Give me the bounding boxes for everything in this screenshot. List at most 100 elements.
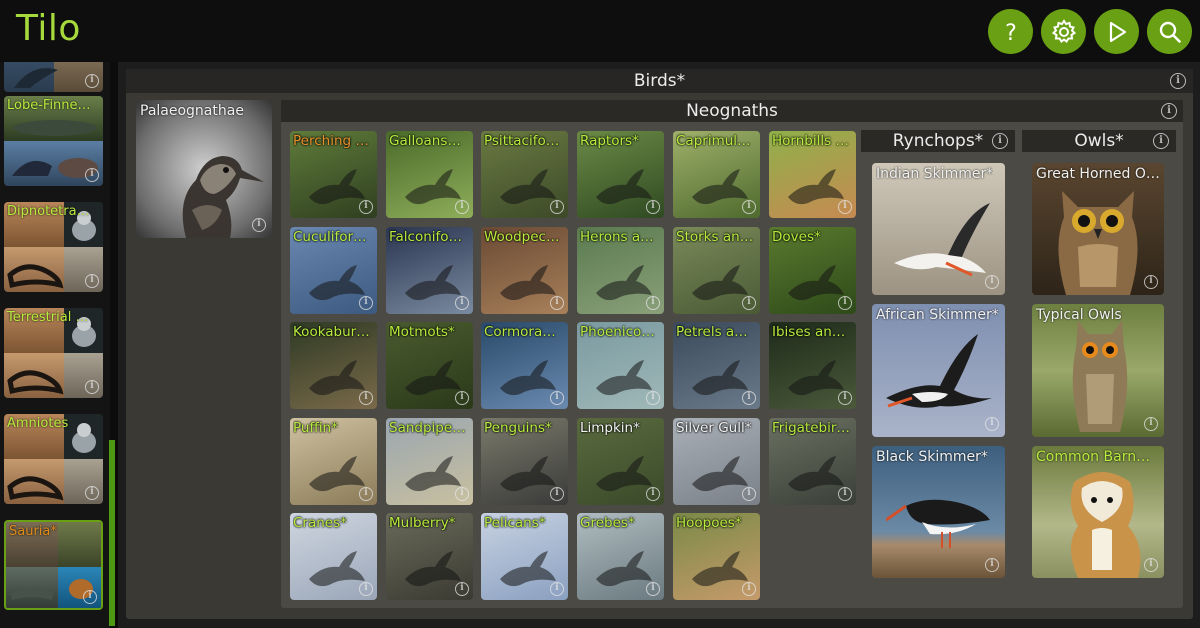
info-icon[interactable]: i: [455, 582, 469, 596]
neognaths-tile[interactable]: Falconifo… i: [386, 227, 473, 314]
neognaths-tile[interactable]: Petrels a… i: [673, 322, 760, 409]
info-icon[interactable]: i: [252, 218, 266, 232]
info-icon[interactable]: i: [1144, 558, 1158, 572]
info-icon[interactable]: i: [646, 200, 660, 214]
info-icon[interactable]: i: [455, 296, 469, 310]
info-icon[interactable]: i: [455, 487, 469, 501]
neognaths-tile[interactable]: Cormora… i: [481, 322, 568, 409]
info-icon[interactable]: i: [85, 486, 99, 500]
neognaths-tile[interactable]: Herons a… i: [577, 227, 664, 314]
owls-tile-label: Great Horned O…: [1036, 166, 1160, 182]
rynchops-tile[interactable]: Indian Skimmer* i: [872, 163, 1005, 295]
info-icon[interactable]: i: [1153, 133, 1169, 149]
neognaths-title: Neognaths: [686, 101, 778, 121]
neognaths-tile[interactable]: Doves* i: [769, 227, 856, 314]
settings-button[interactable]: [1041, 9, 1086, 54]
sidebar-item-lobe-finned[interactable]: Lobe-Finne… i: [4, 96, 103, 186]
sidebar-scrollbar[interactable]: [109, 440, 115, 626]
info-icon[interactable]: i: [550, 391, 564, 405]
info-icon[interactable]: i: [359, 200, 373, 214]
info-icon[interactable]: i: [550, 487, 564, 501]
neognaths-tile[interactable]: Phoenico… i: [577, 322, 664, 409]
info-icon[interactable]: i: [838, 200, 852, 214]
info-icon[interactable]: i: [85, 74, 99, 88]
neognaths-tile[interactable]: Cranes* i: [290, 513, 377, 600]
info-icon[interactable]: i: [838, 487, 852, 501]
info-icon[interactable]: i: [742, 200, 756, 214]
neognaths-tile[interactable]: Limpkin* i: [577, 418, 664, 505]
info-icon[interactable]: i: [455, 200, 469, 214]
neognaths-tile[interactable]: Hornbills … i: [769, 131, 856, 218]
info-icon[interactable]: i: [646, 391, 660, 405]
rynchops-tile-label: Black Skimmer*: [876, 449, 988, 465]
info-icon[interactable]: i: [83, 590, 97, 604]
neognaths-tile[interactable]: Storks an… i: [673, 227, 760, 314]
neognaths-tile-label: Cranes*: [293, 515, 347, 531]
info-icon[interactable]: i: [646, 487, 660, 501]
info-icon[interactable]: i: [646, 582, 660, 596]
info-icon[interactable]: i: [1170, 73, 1186, 89]
palaeognathae-tile[interactable]: Palaeognathae i: [136, 100, 272, 238]
neognaths-tile[interactable]: Puffin* i: [290, 418, 377, 505]
birds-header[interactable]: Birds*: [126, 69, 1193, 93]
info-icon[interactable]: i: [985, 417, 999, 431]
neognaths-tile[interactable]: Perching … i: [290, 131, 377, 218]
info-icon[interactable]: i: [838, 296, 852, 310]
neognaths-tile[interactable]: Raptors* i: [577, 131, 664, 218]
neognaths-tile[interactable]: Woodpec… i: [481, 227, 568, 314]
info-icon[interactable]: i: [742, 582, 756, 596]
neognaths-tile[interactable]: Hoopoes* i: [673, 513, 760, 600]
info-icon[interactable]: i: [985, 275, 999, 289]
info-icon[interactable]: i: [742, 487, 756, 501]
neognaths-tile[interactable]: Caprimul… i: [673, 131, 760, 218]
neognaths-tile[interactable]: Motmots* i: [386, 322, 473, 409]
info-icon[interactable]: i: [455, 391, 469, 405]
info-icon[interactable]: i: [550, 582, 564, 596]
neognaths-tile[interactable]: Psittacifo… i: [481, 131, 568, 218]
sidebar-item-amniotes[interactable]: Amniotes i: [4, 414, 103, 504]
info-icon[interactable]: i: [1144, 275, 1158, 289]
owls-tile-label: Typical Owls: [1036, 307, 1122, 323]
owls-tile[interactable]: Typical Owls i: [1032, 304, 1164, 437]
neognaths-tile[interactable]: Galloans… i: [386, 131, 473, 218]
owls-tile[interactable]: Common Barn… i: [1032, 446, 1164, 578]
sidebar-item-sauria[interactable]: Sauria* i: [4, 520, 103, 610]
info-icon[interactable]: i: [550, 200, 564, 214]
info-icon[interactable]: i: [1144, 417, 1158, 431]
neognaths-tile[interactable]: Pelicans* i: [481, 513, 568, 600]
neognaths-tile[interactable]: Cuculifor… i: [290, 227, 377, 314]
play-button[interactable]: [1094, 9, 1139, 54]
info-icon[interactable]: i: [742, 391, 756, 405]
sidebar-item-terrestrial[interactable]: Terrestrial … i: [4, 308, 103, 398]
sidebar-item-dipnotetrapods[interactable]: Dipnotetra… i: [4, 202, 103, 292]
info-icon[interactable]: i: [838, 391, 852, 405]
info-icon[interactable]: i: [85, 168, 99, 182]
info-icon[interactable]: i: [550, 296, 564, 310]
info-icon[interactable]: i: [359, 582, 373, 596]
info-icon[interactable]: i: [742, 296, 756, 310]
search-button[interactable]: [1147, 9, 1192, 54]
info-icon[interactable]: i: [359, 391, 373, 405]
info-icon[interactable]: i: [359, 487, 373, 501]
info-icon[interactable]: i: [85, 274, 99, 288]
info-icon[interactable]: i: [646, 296, 660, 310]
sidebar-card[interactable]: i: [4, 62, 103, 92]
neognaths-tile[interactable]: Frigatebir… i: [769, 418, 856, 505]
owls-tile[interactable]: Great Horned O… i: [1032, 163, 1164, 295]
info-icon[interactable]: i: [992, 133, 1008, 149]
neognaths-tile[interactable]: Silver Gull* i: [673, 418, 760, 505]
neognaths-tile[interactable]: Sandpipe… i: [386, 418, 473, 505]
neognaths-header[interactable]: Neognaths: [281, 100, 1183, 122]
neognaths-tile[interactable]: Penguins* i: [481, 418, 568, 505]
help-button[interactable]: ?: [988, 9, 1033, 54]
neognaths-tile[interactable]: Grebes* i: [577, 513, 664, 600]
rynchops-tile[interactable]: Black Skimmer* i: [872, 446, 1005, 578]
rynchops-tile[interactable]: African Skimmer* i: [872, 304, 1005, 437]
info-icon[interactable]: i: [85, 380, 99, 394]
info-icon[interactable]: i: [985, 558, 999, 572]
neognaths-tile[interactable]: Mulberry* i: [386, 513, 473, 600]
info-icon[interactable]: i: [1161, 103, 1177, 119]
info-icon[interactable]: i: [359, 296, 373, 310]
neognaths-tile[interactable]: Kookabur… i: [290, 322, 377, 409]
neognaths-tile[interactable]: Ibises an… i: [769, 322, 856, 409]
